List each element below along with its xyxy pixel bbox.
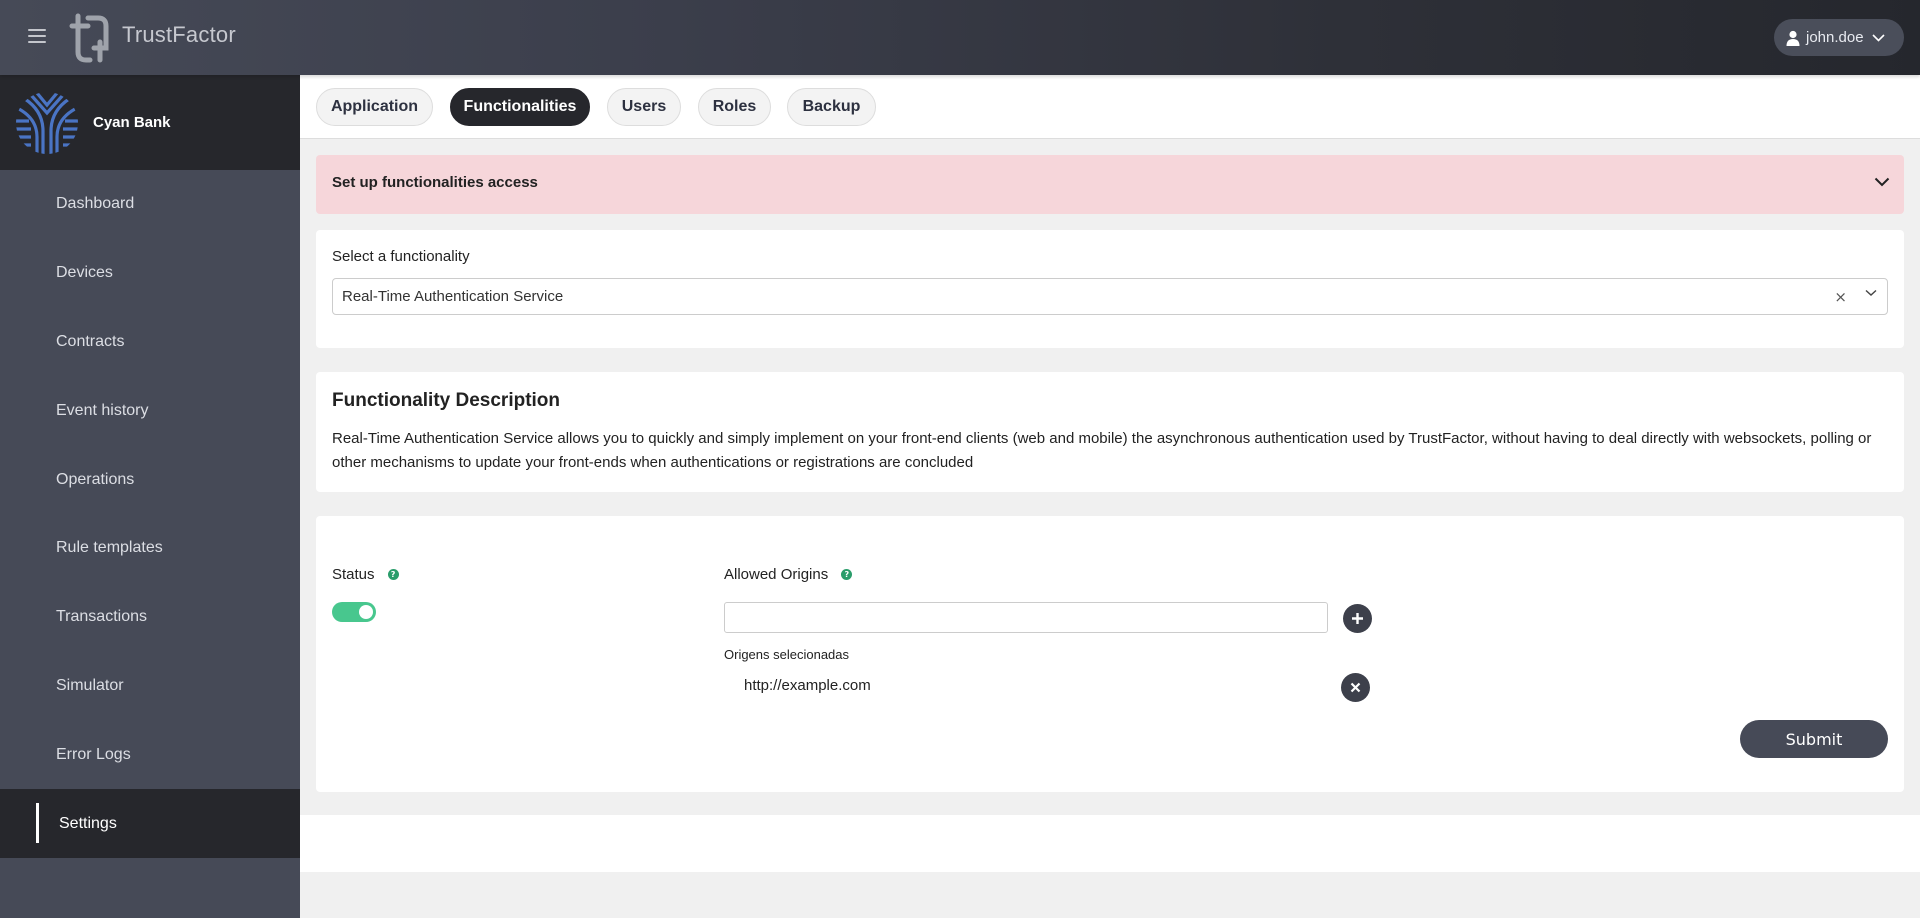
footer-area (300, 815, 1920, 872)
accordion-title: Set up functionalities access (332, 174, 538, 191)
allowed-origins-header: Allowed Origins ? (724, 564, 853, 583)
clear-selection-icon[interactable]: × (1834, 288, 1847, 306)
functionality-select-value: Real-Time Authentication Service (342, 288, 564, 305)
sidebar-item-label: Settings (59, 814, 117, 832)
description-title: Functionality Description (332, 390, 561, 411)
sidebar-item-dashboard[interactable]: Dashboard (0, 170, 300, 239)
chevron-down-icon[interactable] (1865, 289, 1877, 297)
sidebar-item-settings[interactable]: Settings (0, 789, 300, 858)
brand-name: TrustFactor (122, 22, 236, 47)
sidebar-item-simulator[interactable]: Simulator (0, 652, 300, 721)
hamburger-icon-line (28, 29, 46, 31)
sidebar-item-label: Contracts (56, 332, 125, 350)
plus-icon (1352, 613, 1363, 624)
functionality-select-card: Select a functionality Real-Time Authent… (316, 230, 1904, 348)
status-toggle[interactable] (332, 602, 376, 622)
selected-origins-label: Origens selecionadas (724, 647, 850, 662)
help-icon[interactable]: ? (841, 569, 853, 580)
sidebar-item-label: Event history (56, 401, 149, 419)
allowed-origins-label: Allowed Origins (724, 566, 829, 583)
sidebar-item-error-logs[interactable]: Error Logs (0, 720, 300, 789)
top-bar: TrustFactor john.doe (0, 0, 1920, 75)
chevron-down-icon (1874, 177, 1890, 187)
sidebar-item-label: Rule templates (56, 539, 163, 557)
functionality-select-label: Select a functionality (332, 248, 470, 265)
status-label: Status (332, 566, 375, 583)
user-icon (1786, 30, 1800, 46)
allowed-origin-input[interactable] (724, 602, 1328, 633)
menu-toggle-button[interactable] (28, 29, 46, 45)
functionalities-access-accordion[interactable]: Set up functionalities access (316, 155, 1904, 214)
chevron-down-icon (1871, 33, 1885, 42)
selected-origin-value: http://example.com (744, 677, 871, 694)
organization-header: Cyan Bank (0, 75, 300, 170)
submit-button[interactable]: Submit (1740, 720, 1888, 758)
settings-tabs: Application Functionalities Users Roles … (300, 75, 1920, 139)
help-icon[interactable]: ? (387, 569, 399, 580)
organization-name: Cyan Bank (93, 114, 171, 131)
sidebar-item-label: Transactions (56, 608, 147, 626)
hamburger-icon-line (28, 35, 46, 37)
sidebar-item-transactions[interactable]: Transactions (0, 583, 300, 652)
toggle-knob (359, 605, 373, 619)
description-text: Real-Time Authentication Service allows … (332, 430, 1872, 471)
close-icon (1350, 682, 1361, 693)
sidebar-item-operations[interactable]: Operations (0, 445, 300, 514)
tab-functionalities[interactable]: Functionalities (450, 88, 590, 126)
remove-origin-button[interactable] (1341, 673, 1370, 702)
hamburger-icon-line (28, 41, 46, 43)
tab-application[interactable]: Application (316, 88, 433, 126)
sidebar-item-devices[interactable]: Devices (0, 239, 300, 308)
sidebar-item-contracts[interactable]: Contracts (0, 308, 300, 377)
sidebar-item-label: Operations (56, 470, 135, 488)
cyan-bank-logo-icon (16, 91, 78, 154)
sidebar-item-label: Error Logs (56, 745, 131, 763)
username: john.doe (1806, 29, 1864, 46)
functionality-description-card: Functionality Description Real-Time Auth… (316, 372, 1904, 492)
sidebar-item-label: Dashboard (56, 195, 135, 213)
sidebar-item-rule-templates[interactable]: Rule templates (0, 514, 300, 583)
status-field-header: Status ? (332, 564, 399, 583)
sidebar-item-label: Devices (56, 264, 113, 282)
trustfactor-logo-icon (69, 13, 109, 63)
functionality-config-card: Status ? Allowed Origins ? Origens selec… (316, 516, 1904, 792)
sidebar-item-label: Simulator (56, 676, 124, 694)
functionality-select[interactable]: Real-Time Authentication Service × (332, 278, 1888, 315)
tab-users[interactable]: Users (607, 88, 681, 126)
user-menu-button[interactable]: john.doe (1774, 19, 1904, 56)
tab-roles[interactable]: Roles (698, 88, 771, 126)
sidebar-item-event-history[interactable]: Event history (0, 376, 300, 445)
tab-backup[interactable]: Backup (787, 88, 876, 126)
sidebar: Cyan Bank Dashboard Devices Contracts Ev… (0, 75, 300, 918)
add-origin-button[interactable] (1343, 604, 1372, 633)
